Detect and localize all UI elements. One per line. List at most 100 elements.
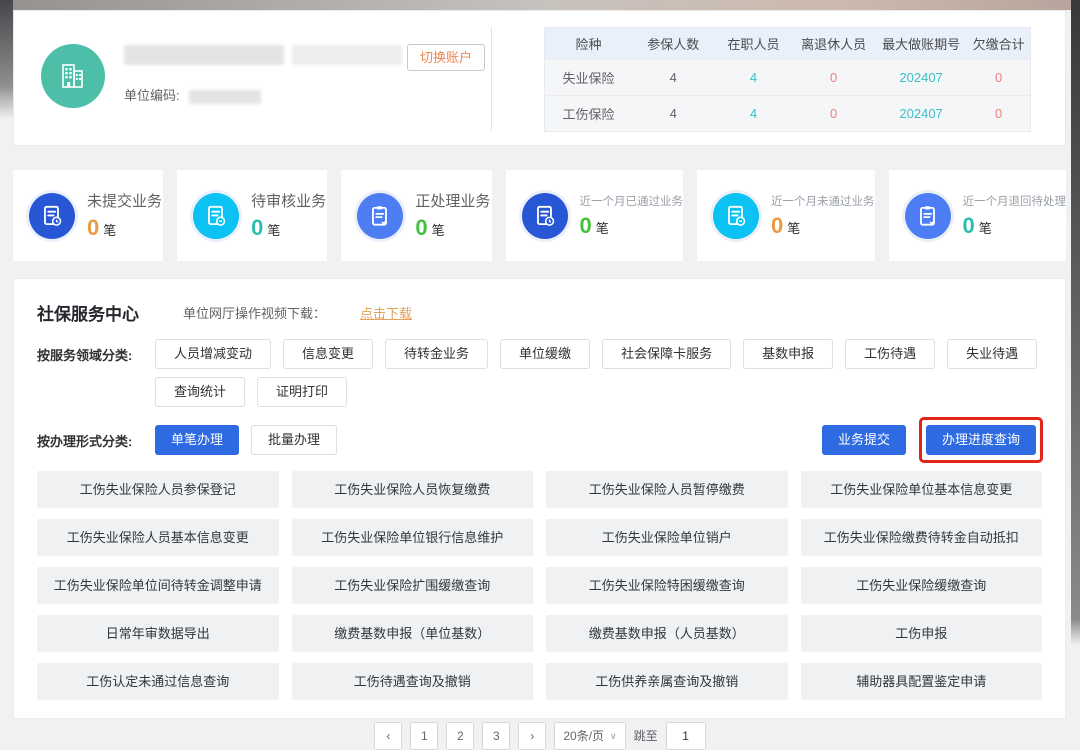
domain-btn-base-declare[interactable]: 基数申报 [743, 339, 833, 369]
stat-unit: 笔 [787, 221, 800, 236]
jump-to-label: 跳至 [634, 722, 658, 750]
prev-page-button[interactable]: ‹ [374, 722, 402, 750]
col-max-period: 最大做账期号 [875, 28, 967, 60]
switch-account-button[interactable]: 切换账户 [407, 44, 485, 71]
stat-unit: 笔 [103, 223, 116, 238]
col-insured-count: 参保人数 [632, 28, 715, 60]
stat-label: 近一个月已通过业务 [580, 193, 684, 209]
table-row: 失业保险 4 4 0 202407 0 [545, 60, 1031, 96]
domain-buttons-row1: 人员增减变动 信息变更 待转金业务 单位缓缴 社会保障卡服务 基数申报 工伤待遇… [155, 339, 1037, 369]
company-header-card: 切换账户 单位编码: 险种 参保人数 在职人员 离退休人员 最大做账期号 欠缴合… [13, 10, 1066, 146]
table-row: 工伤保险 4 4 0 202407 0 [545, 96, 1031, 132]
domain-btn-cert-print[interactable]: 证明打印 [257, 377, 347, 407]
stat-label: 待审核业务 [251, 190, 326, 211]
biz-item[interactable]: 日常年审数据导出 [37, 615, 279, 652]
chevron-down-icon: ∨ [610, 723, 617, 749]
stat-count: 0 [87, 215, 99, 240]
stat-unit: 笔 [432, 223, 445, 238]
stat-unit: 笔 [267, 223, 280, 238]
stat-card-passed-month[interactable]: 近一个月已通过业务 0笔 [506, 170, 684, 261]
page-button-2[interactable]: 2 [446, 722, 474, 750]
single-handle-button[interactable]: 单笔办理 [155, 425, 239, 455]
cell-arrears: 0 [967, 96, 1030, 132]
form-filter-label: 按办理形式分类: [37, 431, 155, 450]
domain-btn-personnel-change[interactable]: 人员增减变动 [155, 339, 271, 369]
biz-item[interactable]: 工伤失业保险人员基本信息变更 [37, 519, 279, 556]
biz-item[interactable]: 辅助器具配置鉴定申请 [801, 663, 1043, 700]
biz-item[interactable]: 工伤认定未通过信息查询 [37, 663, 279, 700]
pagination: ‹ 1 2 3 › 20条/页 ∨ 跳至 [0, 722, 1080, 750]
jump-page-input[interactable] [666, 722, 706, 750]
biz-item[interactable]: 工伤失业保险缴费待转金自动抵扣 [801, 519, 1043, 556]
domain-btn-unit-deferral[interactable]: 单位缓缴 [500, 339, 590, 369]
biz-item[interactable]: 工伤失业保险单位销户 [546, 519, 788, 556]
biz-item[interactable]: 工伤失业保险人员恢复缴费 [292, 471, 534, 508]
biz-item[interactable]: 工伤申报 [801, 615, 1043, 652]
download-link[interactable]: 点击下载 [360, 303, 412, 322]
stat-label: 近一个月未通过业务 [771, 193, 875, 209]
next-page-button[interactable]: › [518, 722, 546, 750]
doc-clock-icon [522, 193, 568, 239]
batch-handle-button[interactable]: 批量办理 [251, 425, 337, 455]
background-photo-top [13, 0, 1071, 10]
vertical-divider [491, 27, 492, 131]
stat-card-returned-month[interactable]: 近一个月退回待处理 0笔 [889, 170, 1067, 261]
progress-query-button[interactable]: 办理进度查询 [926, 425, 1036, 455]
biz-item[interactable]: 工伤失业保险单位银行信息维护 [292, 519, 534, 556]
cell-insured: 4 [632, 96, 715, 132]
clipboard-icon [357, 193, 403, 239]
panel-title: 社保服务中心 [37, 300, 139, 325]
video-download-label: 单位网厅操作视频下载： [183, 303, 326, 322]
page-size-select[interactable]: 20条/页 ∨ [554, 722, 625, 750]
cell-type: 失业保险 [545, 60, 632, 96]
col-active-count: 在职人员 [715, 28, 793, 60]
domain-btn-unemployment-benefit[interactable]: 失业待遇 [947, 339, 1037, 369]
stat-unit: 笔 [979, 221, 992, 236]
background-photo-left [0, 0, 13, 118]
biz-item[interactable]: 缴费基数申报（单位基数） [292, 615, 534, 652]
cell-arrears: 0 [967, 60, 1030, 96]
stat-card-rejected-month[interactable]: 近一个月未通过业务 0笔 [697, 170, 875, 261]
biz-item[interactable]: 工伤失业保险缓缴查询 [801, 567, 1043, 604]
business-submit-button[interactable]: 业务提交 [822, 425, 906, 455]
stat-label: 正处理业务 [415, 190, 490, 211]
business-grid: 工伤失业保险人员参保登记 工伤失业保险人员恢复缴费 工伤失业保险人员暂停缴费 工… [37, 471, 1042, 700]
stat-card-processing[interactable]: 正处理业务 0笔 [341, 170, 491, 261]
page-size-value: 20条/页 [563, 723, 604, 749]
page-button-1[interactable]: 1 [410, 722, 438, 750]
biz-item[interactable]: 缴费基数申报（人员基数） [546, 615, 788, 652]
doc-minus-icon [713, 193, 759, 239]
domain-btn-info-change[interactable]: 信息变更 [283, 339, 373, 369]
stat-label: 近一个月退回待处理 [963, 193, 1067, 209]
biz-item[interactable]: 工伤供养亲属查询及撤销 [546, 663, 788, 700]
domain-btn-injury-benefit[interactable]: 工伤待遇 [845, 339, 935, 369]
domain-filter-label: 按服务领域分类: [37, 345, 155, 364]
domain-btn-social-card[interactable]: 社会保障卡服务 [602, 339, 731, 369]
stat-count: 0 [251, 215, 263, 240]
unit-code: 单位编码: [124, 85, 261, 104]
col-insurance-type: 险种 [545, 28, 632, 60]
biz-item[interactable]: 工伤失业保险人员参保登记 [37, 471, 279, 508]
background-photo-right [1071, 0, 1080, 645]
domain-btn-transfer-fund[interactable]: 待转金业务 [385, 339, 488, 369]
col-arrears-total: 欠缴合计 [967, 28, 1030, 60]
stat-unit: 笔 [596, 221, 609, 236]
domain-btn-query-stats[interactable]: 查询统计 [155, 377, 245, 407]
biz-item[interactable]: 工伤失业保险特困缓缴查询 [546, 567, 788, 604]
biz-item[interactable]: 工伤待遇查询及撤销 [292, 663, 534, 700]
doc-minus-icon [193, 193, 239, 239]
insurance-summary-table: 险种 参保人数 在职人员 离退休人员 最大做账期号 欠缴合计 失业保险 4 4 … [544, 27, 1031, 132]
stat-card-unsubmitted[interactable]: 未提交业务 0笔 [13, 170, 163, 261]
page-button-3[interactable]: 3 [482, 722, 510, 750]
company-building-icon [41, 44, 105, 108]
cell-type: 工伤保险 [545, 96, 632, 132]
stat-card-pending-review[interactable]: 待审核业务 0笔 [177, 170, 327, 261]
biz-item[interactable]: 工伤失业保险人员暂停缴费 [546, 471, 788, 508]
col-retired-count: 离退休人员 [792, 28, 875, 60]
stat-label: 未提交业务 [87, 190, 162, 211]
service-center-panel: 社保服务中心 单位网厅操作视频下载： 点击下载 按服务领域分类: 人员增减变动 … [13, 278, 1066, 719]
cell-insured: 4 [632, 60, 715, 96]
biz-item[interactable]: 工伤失业保险单位基本信息变更 [801, 471, 1043, 508]
biz-item[interactable]: 工伤失业保险扩围缓缴查询 [292, 567, 534, 604]
biz-item[interactable]: 工伤失业保险单位间待转金调整申请 [37, 567, 279, 604]
